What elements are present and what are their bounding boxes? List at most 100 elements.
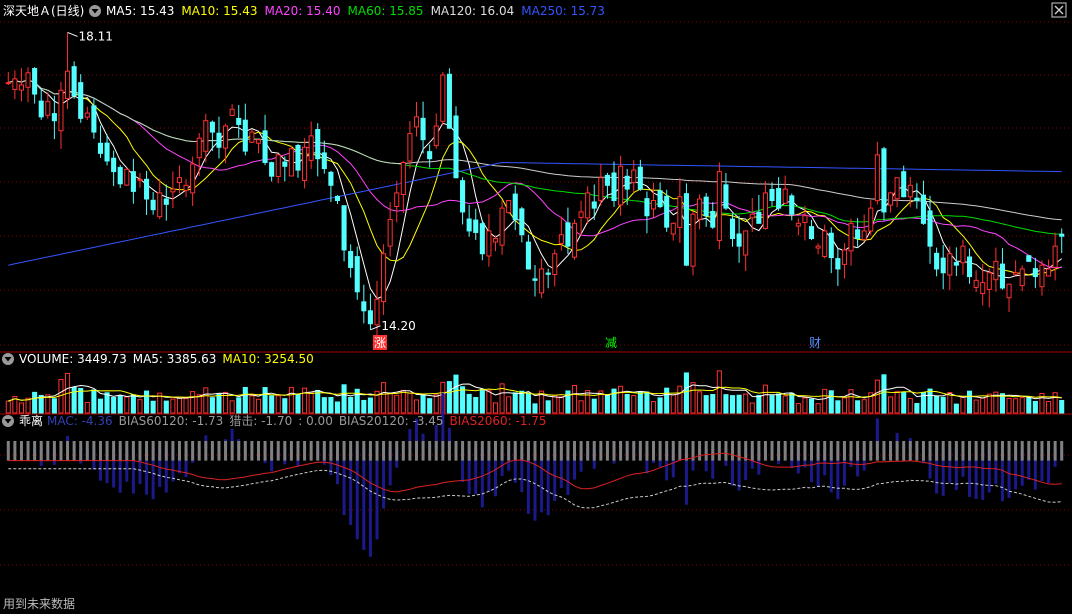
volume-bar bbox=[1026, 397, 1032, 414]
volume-bar bbox=[367, 397, 373, 414]
legend-item: 猎击: -1.70 bbox=[229, 414, 292, 428]
volume-menu-icon[interactable] bbox=[2, 353, 14, 365]
volume-bar bbox=[934, 395, 940, 414]
bias-level-bar bbox=[875, 441, 879, 461]
candle bbox=[835, 248, 841, 286]
legend-item: MA60: 15.85 bbox=[348, 4, 424, 18]
bias-level-bar bbox=[217, 441, 221, 461]
volume-bar bbox=[841, 397, 847, 414]
candle bbox=[782, 175, 788, 204]
volume-bar bbox=[571, 384, 578, 414]
volume-bar bbox=[183, 398, 189, 414]
volume-bar bbox=[381, 382, 387, 414]
bias-bar bbox=[355, 448, 359, 540]
volume-bar bbox=[512, 392, 518, 414]
volume-bar bbox=[953, 403, 959, 414]
candle bbox=[545, 268, 551, 289]
legend-item: MA250: 15.73 bbox=[521, 4, 605, 18]
bias-level-bar bbox=[329, 441, 333, 461]
bias-level-bar bbox=[151, 441, 155, 461]
legend-item: MA10: 3254.50 bbox=[222, 352, 313, 366]
volume-bar bbox=[736, 394, 742, 414]
volume-bar bbox=[229, 400, 235, 414]
candle bbox=[124, 167, 130, 187]
price-menu-icon[interactable] bbox=[89, 5, 101, 17]
bias-level-bar bbox=[856, 441, 860, 461]
bias-level-bar bbox=[434, 441, 438, 461]
bias-level-bar bbox=[461, 441, 465, 461]
bias-level-bar bbox=[441, 441, 445, 461]
bias-level-bar bbox=[803, 441, 807, 461]
candle bbox=[525, 234, 531, 270]
bias-level-bar bbox=[645, 441, 649, 461]
event-marker[interactable]: 涨 bbox=[373, 335, 387, 350]
bias-level-bar bbox=[408, 441, 412, 461]
bias-level-bar bbox=[1060, 441, 1064, 461]
volume-bar bbox=[578, 400, 584, 414]
candle bbox=[176, 165, 183, 194]
bias-level-bar bbox=[507, 441, 511, 461]
volume-bar bbox=[973, 399, 979, 414]
bias-level-bar bbox=[935, 441, 939, 461]
bias-level-bar bbox=[382, 441, 386, 461]
candle bbox=[690, 211, 696, 276]
candle bbox=[446, 68, 452, 129]
bias-level-bar bbox=[961, 441, 965, 461]
volume-bar bbox=[637, 391, 643, 414]
volume-bar bbox=[650, 401, 657, 414]
bias-level-bar bbox=[513, 441, 517, 461]
price-extreme-label: 14.20 bbox=[381, 319, 415, 333]
window-close-icon[interactable] bbox=[1051, 2, 1067, 18]
bias-level-bar bbox=[1027, 441, 1031, 461]
candle bbox=[657, 182, 663, 209]
candle bbox=[848, 218, 854, 266]
candle bbox=[288, 145, 294, 177]
bias-level-bar bbox=[638, 441, 642, 461]
volume-bar bbox=[97, 398, 104, 414]
volume-bar bbox=[5, 400, 11, 414]
bias-level-bar bbox=[632, 441, 636, 461]
volume-bar bbox=[762, 384, 768, 414]
candle bbox=[394, 180, 400, 223]
volume-bar bbox=[78, 388, 84, 414]
volume-bar bbox=[130, 394, 136, 414]
candle bbox=[295, 143, 301, 178]
candle bbox=[111, 150, 117, 187]
bias-level-bar bbox=[184, 441, 188, 461]
candle bbox=[413, 101, 420, 137]
bias-level-bar bbox=[1053, 441, 1057, 461]
bias-level-bar bbox=[816, 441, 820, 461]
candle bbox=[302, 138, 308, 189]
candle bbox=[789, 193, 795, 221]
candle bbox=[400, 161, 406, 213]
bias-level-bar bbox=[171, 441, 175, 461]
candle bbox=[670, 222, 676, 241]
volume-bar bbox=[288, 387, 294, 414]
bias-level-bar bbox=[968, 441, 972, 461]
candle bbox=[947, 246, 953, 291]
bias-level-bar bbox=[869, 441, 873, 461]
bias-level-bar bbox=[388, 441, 392, 461]
legend-item: MA5: 3385.63 bbox=[133, 352, 217, 366]
bias-level-bar bbox=[928, 441, 932, 461]
bias-level-bar bbox=[921, 441, 925, 461]
volume-bar bbox=[275, 395, 281, 414]
bias-level-bar bbox=[72, 441, 76, 461]
bias-menu-icon[interactable] bbox=[2, 415, 14, 427]
bias-level-bar bbox=[52, 441, 56, 461]
bias-level-bar bbox=[210, 441, 214, 461]
volume-bar bbox=[473, 397, 479, 414]
candle bbox=[815, 243, 821, 255]
bias-level-bar bbox=[493, 441, 497, 461]
event-marker[interactable]: 减 bbox=[605, 336, 617, 350]
candle bbox=[743, 230, 749, 271]
bias-level-bar bbox=[605, 441, 609, 461]
candle bbox=[453, 106, 459, 179]
bias-level-bar bbox=[1020, 441, 1024, 461]
bias-level-bar bbox=[243, 441, 247, 461]
volume-bar bbox=[387, 392, 393, 414]
bias-level-bar bbox=[421, 441, 425, 461]
bias-level-bar bbox=[889, 441, 893, 461]
volume-bar bbox=[341, 384, 347, 414]
event-marker[interactable]: 财 bbox=[809, 336, 821, 350]
